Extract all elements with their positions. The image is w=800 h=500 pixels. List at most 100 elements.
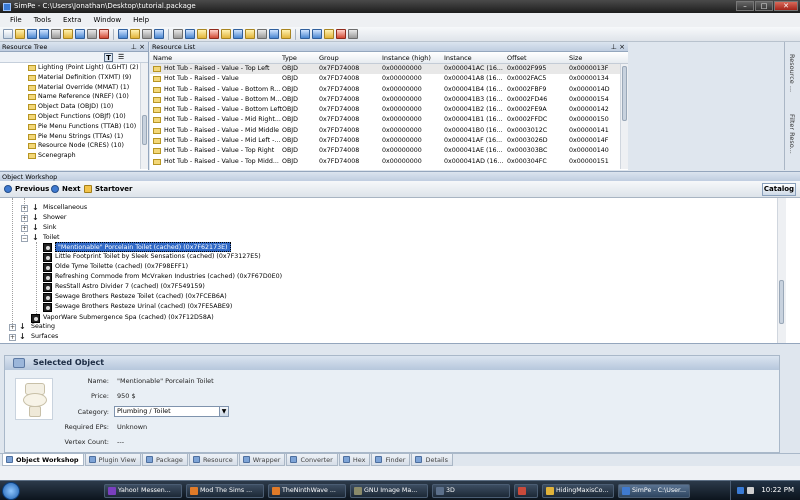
resource-tree-scrollbar[interactable]: [140, 63, 148, 169]
pin-close-icon[interactable]: ⊥ ×: [611, 42, 625, 52]
eraser-icon[interactable]: [348, 29, 358, 39]
column-name[interactable]: Name: [153, 54, 172, 62]
previous-button[interactable]: Previous: [4, 184, 49, 194]
delete-icon[interactable]: [209, 29, 219, 39]
fix-icon[interactable]: [324, 29, 334, 39]
startover-button[interactable]: Startover: [84, 184, 132, 194]
tab-details[interactable]: Details: [411, 454, 454, 466]
layout-icon[interactable]: [142, 29, 152, 39]
column-size[interactable]: Size: [569, 54, 582, 62]
menu-extra[interactable]: Extra: [57, 16, 87, 24]
category-seating[interactable]: Seating: [31, 322, 55, 332]
scan-icon[interactable]: [312, 29, 322, 39]
expand-toggle[interactable]: +: [21, 215, 28, 222]
tree-item[interactable]: Resource Node (CRES) (10): [0, 141, 148, 151]
resource-dock-tab[interactable]: Resource ...: [788, 54, 796, 92]
dock-icon[interactable]: [130, 29, 140, 39]
resource-list-scrollbar[interactable]: [620, 64, 628, 169]
object-item[interactable]: Refreshing Commode from McVraken Industr…: [55, 272, 282, 282]
tree-item[interactable]: Lighting (Point Light) (LGHT) (2): [0, 63, 148, 73]
window-icon[interactable]: [154, 29, 164, 39]
taskbar-item[interactable]: 3D: [432, 484, 510, 498]
tree-item[interactable]: Pie Menu Strings (TTAs) (1): [0, 132, 148, 142]
tab-object-workshop[interactable]: Object Workshop: [2, 454, 84, 466]
column-instance-high[interactable]: Instance (high): [382, 54, 431, 62]
expand-toggle[interactable]: +: [9, 334, 16, 341]
pin-close-icon[interactable]: ⊥ ×: [131, 42, 145, 52]
filter-icon[interactable]: ☰: [118, 53, 127, 62]
category-shower[interactable]: Shower: [43, 213, 66, 223]
catalog-scrollbar[interactable]: [777, 198, 786, 343]
plugin-icon[interactable]: [281, 29, 291, 39]
taskbar-item[interactable]: TheNinthWave ...: [268, 484, 346, 498]
column-instance[interactable]: Instance: [444, 54, 472, 62]
start-button[interactable]: [2, 482, 20, 500]
next-button[interactable]: Next: [51, 184, 80, 194]
tree-item[interactable]: Pie Menu Functions (TTAB) (10): [0, 122, 148, 132]
maximize-button[interactable]: □: [755, 1, 773, 11]
remove-icon[interactable]: [336, 29, 346, 39]
scrollbar-thumb[interactable]: [142, 115, 147, 145]
expand-toggle[interactable]: +: [21, 225, 28, 232]
resource-row[interactable]: Hot Tub - Raised - Value - Top Right OBJD…: [150, 146, 628, 156]
close-button[interactable]: ✕: [774, 1, 798, 11]
taskbar-item[interactable]: Mod The Sims ...: [186, 484, 264, 498]
category-sink[interactable]: Sink: [43, 223, 56, 233]
object-item[interactable]: ResStall Astro Divider 7 (cached) (0x7F5…: [55, 282, 205, 292]
menu-tools[interactable]: Tools: [28, 16, 57, 24]
tree-item[interactable]: Name Reference (NREF) (10): [0, 92, 148, 102]
resource-row[interactable]: Hot Tub - Raised - Value - Top Midd... OB…: [150, 157, 628, 167]
object-item[interactable]: Little Footprint Toilet by Sleek Sensati…: [55, 252, 261, 262]
save-icon[interactable]: [27, 29, 37, 39]
menu-file[interactable]: File: [4, 16, 28, 24]
close-package-icon[interactable]: [51, 29, 61, 39]
network-icon[interactable]: [737, 487, 744, 494]
resource-row[interactable]: Hot Tub - Raised - Value - Mid Left -...…: [150, 136, 628, 146]
column-offset[interactable]: Offset: [507, 54, 527, 62]
chevron-down-icon[interactable]: ▼: [219, 407, 228, 416]
collapse-toggle[interactable]: −: [21, 235, 28, 242]
expand-toggle[interactable]: +: [9, 324, 16, 331]
clock[interactable]: 10:22 PM: [761, 486, 794, 494]
menu-window[interactable]: Window: [87, 16, 127, 24]
expand-toggle[interactable]: +: [21, 205, 28, 212]
tree-item[interactable]: Material Override (MMAT) (1): [0, 83, 148, 93]
resource-row[interactable]: Hot Tub - Raised - Value - Mid Right... O…: [150, 115, 628, 125]
save-as-icon[interactable]: [39, 29, 49, 39]
column-type[interactable]: Type: [282, 54, 297, 62]
resource-row[interactable]: Hot Tub - Raised - Value - Bottom Left OB…: [150, 105, 628, 115]
object-item[interactable]: VaporWare Submergence Spa (cached) (0x7F…: [43, 313, 214, 323]
object-item[interactable]: Sewage Brothers Resteze Toilet (cached) …: [55, 292, 227, 302]
view-icon[interactable]: [118, 29, 128, 39]
type-filter-button[interactable]: T: [104, 53, 113, 62]
menu-help[interactable]: Help: [127, 16, 155, 24]
resource-row[interactable]: Hot Tub - Raised - Value - Bottom R... OB…: [150, 85, 628, 95]
tab-resource[interactable]: Resource: [188, 454, 238, 466]
object-item[interactable]: Olde Tyme Toilette (cached) (0x7F98EFF1): [55, 262, 188, 272]
paste-icon[interactable]: [197, 29, 207, 39]
tree-item[interactable]: Object Functions (OBJf) (10): [0, 112, 148, 122]
catalog-button[interactable]: Catalog: [762, 183, 796, 196]
taskbar-item[interactable]: HidingMaxisCo...: [542, 484, 614, 498]
tree-item[interactable]: Material Definition (TXMT) (9): [0, 73, 148, 83]
object-item[interactable]: Sewage Brothers Resteze Urinal (cached) …: [55, 302, 232, 312]
tab-wrapper[interactable]: Wrapper: [238, 454, 286, 466]
folder-icon[interactable]: [63, 29, 73, 39]
resource-row[interactable]: Hot Tub - Raised - Value OBJD 0x7FD74008 0x…: [150, 74, 628, 84]
minimize-button[interactable]: –: [736, 1, 754, 11]
globe-icon[interactable]: [75, 29, 85, 39]
export-icon[interactable]: [233, 29, 243, 39]
replace-icon[interactable]: [257, 29, 267, 39]
filter-resources-tab[interactable]: Filter Reso...: [788, 114, 796, 154]
scrollbar-thumb[interactable]: [779, 280, 784, 324]
taskbar-item[interactable]: [514, 484, 538, 498]
resource-row[interactable]: Hot Tub - Raised - Value - Top Left OBJD 0…: [150, 64, 628, 75]
tree-item[interactable]: Object Data (OBJD) (10): [0, 102, 148, 112]
resource-row[interactable]: Hot Tub - Raised - Value - Mid Middle OBJ…: [150, 126, 628, 136]
cut-icon[interactable]: [173, 29, 183, 39]
resource-row[interactable]: Hot Tub - Raised - Value - Bottom M... OB…: [150, 95, 628, 105]
tab-plugin-view[interactable]: Plugin View: [84, 454, 141, 466]
hex-icon[interactable]: [269, 29, 279, 39]
tab-converter[interactable]: Converter: [286, 454, 338, 466]
category-select[interactable]: Plumbing / Toilet ▼: [114, 406, 229, 417]
